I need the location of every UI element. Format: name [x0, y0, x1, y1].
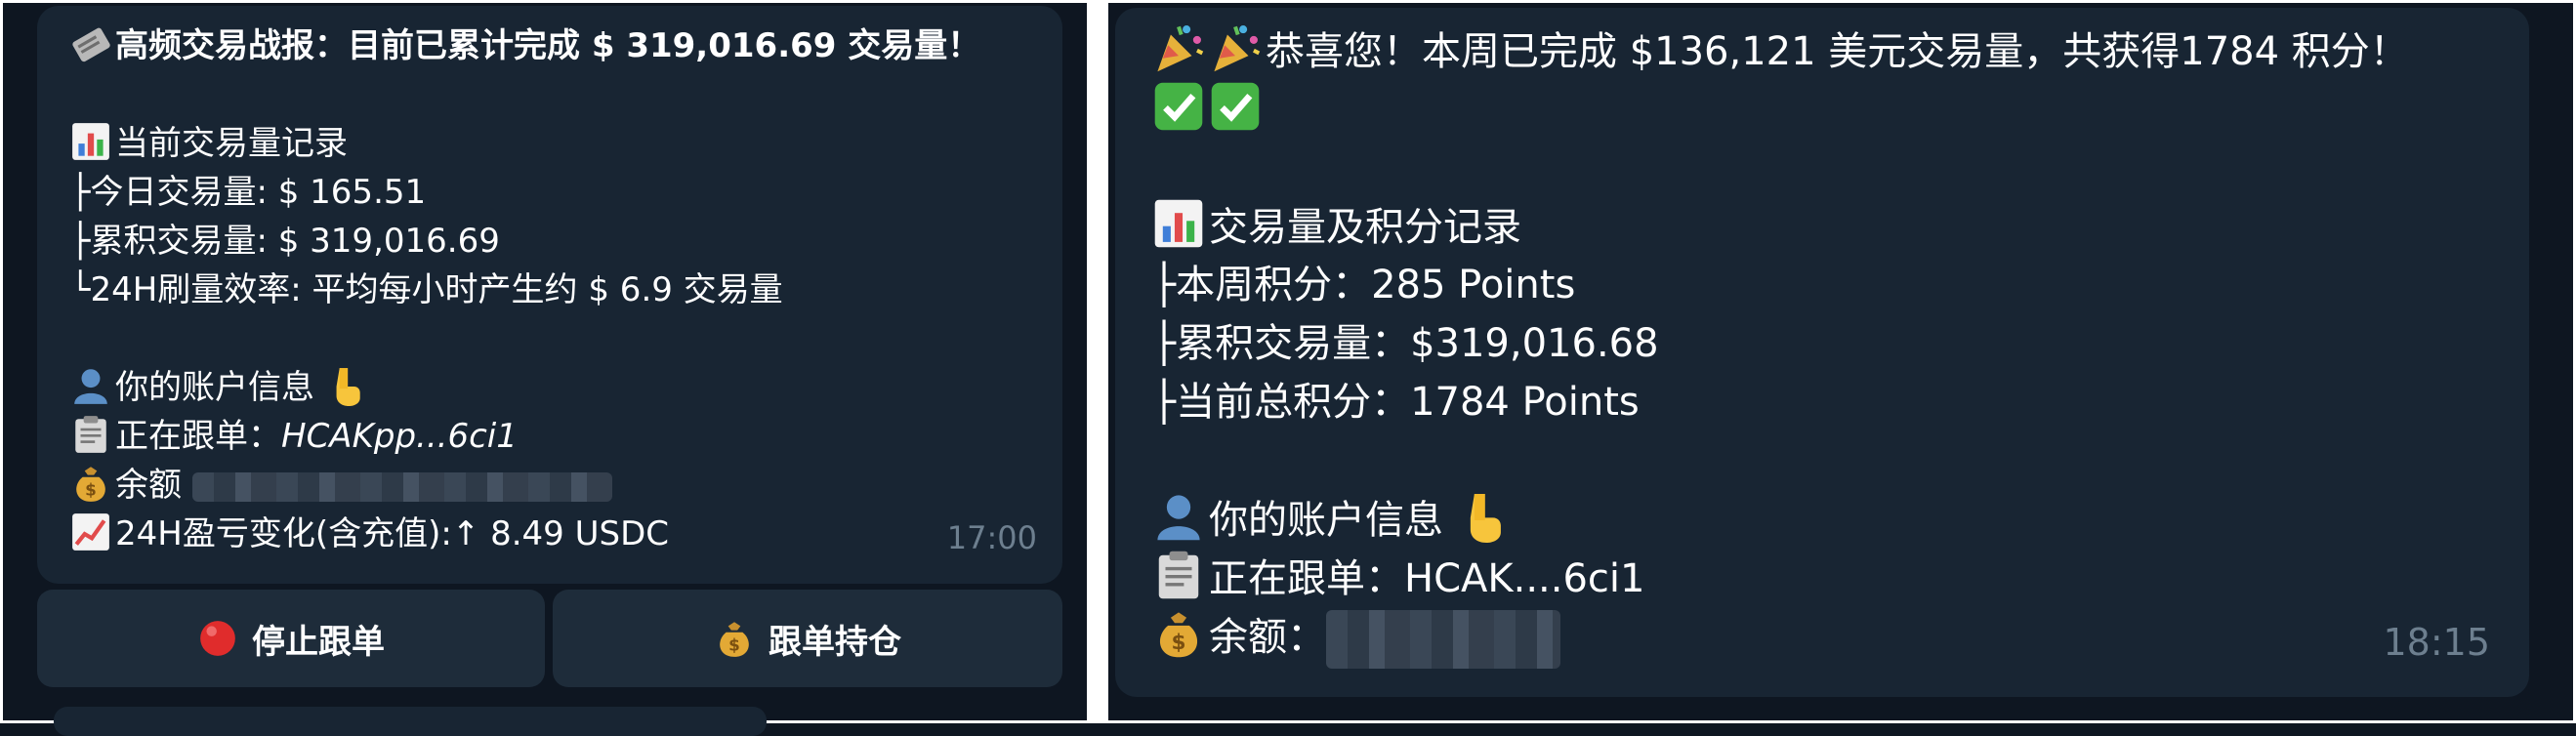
panel-gap [1087, 0, 1108, 723]
pnl-text: 24H盈亏变化(含充值):↑ 8.49 USDC [115, 514, 670, 553]
right-message-time: 18:15 [2383, 621, 2490, 664]
congrats-text: 恭喜您！本周已完成 $136,121 美元交易量，共获得1784 积分！ [1266, 29, 2409, 74]
red-circle-icon [197, 618, 238, 659]
next-message-stub [54, 707, 767, 736]
right-message-bubble: 恭喜您！本周已完成 $136,121 美元交易量，共获得1784 积分！ 交易量… [1115, 8, 2529, 697]
right-balance-line: 余额： [1152, 607, 2529, 669]
total-points: ├当前总积分：1784 Points [1152, 380, 1640, 425]
newspaper-icon [70, 23, 111, 64]
clipboard-icon [1152, 549, 1205, 601]
left-message-time: 17:00 [946, 519, 1037, 556]
left-message-bubble: 高频交易战报：目前已累计完成 $ 319,016.69 交易量！ 当前交易量记录… [37, 6, 1062, 584]
efficiency: └24H刷量效率: 平均每小时产生约 $ 6.9 交易量 [70, 270, 783, 309]
money-bag-icon [714, 618, 755, 659]
balance-line: 余额 [70, 461, 1062, 510]
following-label: 正在跟单： [115, 417, 281, 456]
account-info-line: 你的账户信息 [70, 363, 1062, 412]
right-following-line: 正在跟单：HCAK....6ci1 [1152, 549, 2529, 607]
right-balance-redacted [1326, 610, 1560, 669]
chart-icon [70, 121, 111, 162]
party-popper-icon [1152, 21, 1205, 74]
weekly-points: ├本周积分：285 Points [1152, 263, 1576, 307]
today-volume: ├今日交易量: $ 165.51 [70, 173, 427, 212]
cumulative-volume: ├累积交易量: $ 319,016.69 [70, 222, 500, 261]
account-info-title: 你的账户信息 [115, 368, 314, 407]
left-title-line: 高频交易战报：目前已累计完成 $ 319,016.69 交易量！ [70, 21, 1062, 70]
hold-button-label: 跟单持仓 [769, 622, 901, 662]
right-following-text: 正在跟单：HCAK....6ci1 [1209, 556, 1645, 601]
right-account-info-line: 你的账户信息 [1152, 490, 2529, 549]
right-account-info-title: 你的账户信息 [1209, 498, 1443, 543]
clipboard-icon [70, 414, 111, 455]
point-down-icon [1456, 490, 1509, 543]
stop-button-label: 停止跟单 [252, 622, 385, 662]
balance-label: 余额 [115, 466, 182, 505]
party-popper-icon [1209, 21, 1262, 74]
user-icon [1152, 490, 1205, 543]
points-section-title: 交易量及积分记录 [1209, 205, 1521, 250]
stop-copy-trading-button[interactable]: 停止跟单 [37, 590, 545, 687]
trend-up-icon [70, 511, 111, 552]
following-line: 正在跟单：HCAKpp...6ci1 [70, 412, 1062, 461]
volume-section-title: 当前交易量记录 [115, 124, 348, 163]
check-mark-icon [1152, 80, 1205, 133]
following-address: HCAKpp...6ci1 [281, 417, 518, 456]
money-bag-icon [70, 463, 111, 504]
check-mark-icon [1209, 80, 1262, 133]
points-section-line: 交易量及积分记录 [1152, 197, 2529, 256]
pnl-line: 24H盈亏变化(含充值):↑ 8.49 USDC [70, 510, 1062, 558]
money-bag-icon [1152, 607, 1205, 660]
left-title: 高频交易战报：目前已累计完成 $ 319,016.69 交易量！ [115, 26, 981, 65]
right-cumulative-volume: ├累积交易量：$319,016.68 [1152, 321, 1659, 366]
copy-positions-button[interactable]: 跟单持仓 [553, 590, 1062, 687]
point-down-icon [325, 365, 366, 406]
volume-section-line: 当前交易量记录 [70, 119, 1062, 168]
check-line [1152, 80, 2529, 139]
chart-icon [1152, 197, 1205, 250]
balance-redacted [191, 471, 612, 502]
user-icon [70, 365, 111, 406]
congrats-line: 恭喜您！本周已完成 $136,121 美元交易量，共获得1784 积分！ [1152, 21, 2529, 80]
right-balance-label: 余额： [1209, 615, 1326, 660]
